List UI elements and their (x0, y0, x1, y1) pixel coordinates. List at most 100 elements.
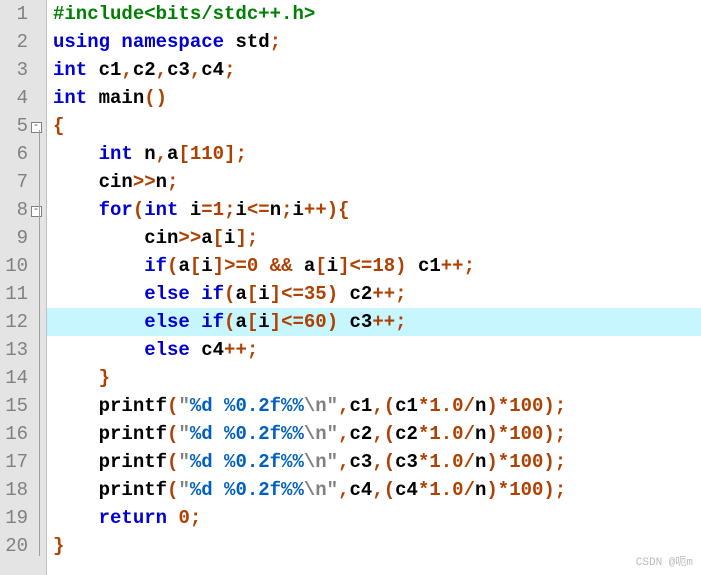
token: 100 (509, 423, 543, 445)
token: " (178, 451, 189, 473)
token: \n" (304, 395, 338, 417)
fold-toggle-icon[interactable]: - (30, 120, 42, 133)
code-line[interactable]: printf("%d %0.2f%%\n",c4,(c4*1.0/n)*100)… (47, 476, 701, 504)
token: ,( (372, 423, 395, 445)
code-line[interactable]: int main() (47, 84, 701, 112)
token: ; (247, 339, 258, 361)
line-number: 10 (0, 255, 28, 277)
line-number: 15 (0, 395, 28, 417)
token: ,( (372, 395, 395, 417)
token: n (475, 451, 486, 473)
code-line[interactable]: for(int i=1;i<=n;i++){ (47, 196, 701, 224)
token: 1.0 (429, 423, 463, 445)
token: [ (178, 143, 189, 165)
token (190, 311, 201, 333)
token: 1.0 (429, 479, 463, 501)
code-line[interactable]: printf("%d %0.2f%%\n",c1,(c1*1.0/n)*100)… (47, 392, 701, 420)
code-line[interactable]: if(a[i]>=0 && a[i]<=18) c1++; (47, 252, 701, 280)
code-line[interactable]: { (47, 112, 701, 140)
token: ); (543, 423, 566, 445)
token: c4 (350, 479, 373, 501)
token: i (224, 227, 235, 249)
token: ( (167, 451, 178, 473)
code-line[interactable]: int c1,c2,c3,c4; (47, 56, 701, 84)
code-line[interactable]: else c4++; (47, 336, 701, 364)
token: , (156, 59, 167, 81)
code-line[interactable]: return 0; (47, 504, 701, 532)
token: ,( (372, 479, 395, 501)
token: 100 (509, 395, 543, 417)
code-line[interactable]: int n,a[110]; (47, 140, 701, 168)
token (53, 199, 99, 221)
token: / (464, 451, 475, 473)
gutter-line: 3 (0, 56, 46, 84)
code-area[interactable]: #include<bits/stdc++.h> using namespace s… (47, 0, 701, 575)
code-line[interactable]: #include<bits/stdc++.h> (47, 0, 701, 28)
token: int (99, 143, 133, 165)
token: * (498, 451, 509, 473)
token: 110 (190, 143, 224, 165)
token: main (87, 87, 144, 109)
token: 0 (178, 507, 189, 529)
line-number: 1 (0, 3, 28, 25)
gutter-line: 4 (0, 84, 46, 112)
code-line[interactable]: } (47, 532, 701, 560)
token: ; (167, 171, 178, 193)
token: \n" (304, 479, 338, 501)
token: ]; (235, 227, 258, 249)
token: else (144, 283, 190, 305)
token: if (144, 255, 167, 277)
token: \n" (304, 423, 338, 445)
code-line[interactable]: else if(a[i]<=60) c3++; (47, 308, 701, 336)
token: c2 (338, 283, 372, 305)
code-line[interactable]: using namespace std; (47, 28, 701, 56)
token: c1 (350, 395, 373, 417)
token: n (475, 423, 486, 445)
token: [ (315, 255, 326, 277)
code-line[interactable]: printf("%d %0.2f%%\n",c2,(c2*1.0/n)*100)… (47, 420, 701, 448)
code-line[interactable]: else if(a[i]<=35) c2++; (47, 280, 701, 308)
line-number: 2 (0, 31, 28, 53)
token (167, 507, 178, 529)
code-line[interactable]: cin>>a[i]; (47, 224, 701, 252)
code-line[interactable]: cin>>n; (47, 168, 701, 196)
token: int (53, 87, 87, 109)
token: } (99, 367, 110, 389)
token: c3 (395, 451, 418, 473)
line-number: 17 (0, 451, 28, 473)
token: , (121, 59, 132, 81)
line-number: 12 (0, 311, 28, 333)
line-number: 9 (0, 227, 28, 249)
token: ; (395, 311, 406, 333)
gutter-line: 2 (0, 28, 46, 56)
token (53, 255, 144, 277)
token: #include<bits/stdc++.h> (53, 3, 315, 25)
token (190, 283, 201, 305)
line-number: 20 (0, 535, 28, 557)
token: ++ (224, 339, 247, 361)
token: " (178, 479, 189, 501)
token: ) (486, 395, 497, 417)
token: ; (190, 507, 201, 529)
code-line[interactable]: printf("%d %0.2f%%\n",c3,(c3*1.0/n)*100)… (47, 448, 701, 476)
token: ( (167, 479, 178, 501)
token: c1 (87, 59, 121, 81)
token: , (156, 143, 167, 165)
line-number: 14 (0, 367, 28, 389)
token: 1.0 (429, 451, 463, 473)
token: 0 (247, 255, 258, 277)
token: () (144, 87, 167, 109)
code-line[interactable]: } (47, 364, 701, 392)
line-number: 7 (0, 171, 28, 193)
token: ,( (372, 451, 395, 473)
token: [ (190, 255, 201, 277)
fold-guide-line (39, 130, 40, 556)
fold-toggle-icon[interactable]: - (30, 204, 42, 217)
code-editor[interactable]: 12345-678-91011121314151617181920 #inclu… (0, 0, 701, 575)
token: ) (327, 311, 338, 333)
token: ; (270, 31, 281, 53)
line-number: 13 (0, 339, 28, 361)
token: %d %0.2f%% (190, 423, 304, 445)
token: a (201, 227, 212, 249)
token: printf (53, 479, 167, 501)
